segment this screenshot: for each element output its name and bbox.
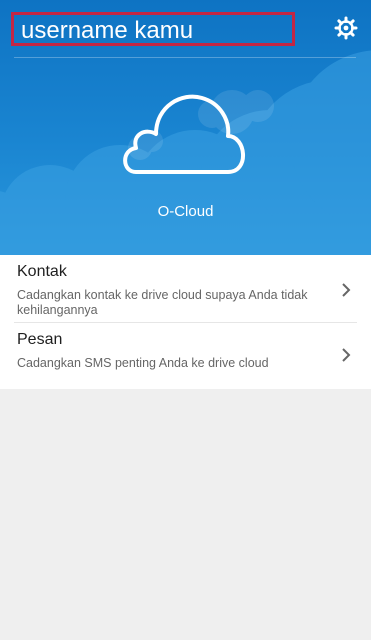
list-item-kontak[interactable]: Kontak Cadangkan kontak ke drive cloud s…: [0, 255, 371, 322]
backup-options-list: Kontak Cadangkan kontak ke drive cloud s…: [0, 255, 371, 389]
list-item-description: Cadangkan SMS penting Anda ke drive clou…: [17, 356, 269, 370]
list-item-pesan[interactable]: Pesan Cadangkan SMS penting Anda ke driv…: [0, 323, 371, 389]
username: username kamu: [21, 17, 194, 44]
header-divider: [14, 57, 356, 58]
header-banner: username kamu O-Cloud: [0, 0, 371, 255]
app-name: O-Cloud: [157, 203, 214, 220]
chevron-right-icon: [342, 348, 351, 362]
username-highlight-box: username kamu: [11, 12, 295, 46]
list-item-title: Kontak: [17, 263, 67, 280]
cloud-icon: [123, 94, 245, 174]
chevron-right-icon: [342, 283, 351, 297]
list-item-title: Pesan: [17, 331, 63, 348]
list-item-description: Cadangkan kontak ke drive cloud supaya A…: [17, 288, 308, 317]
gear-icon[interactable]: [332, 14, 360, 42]
